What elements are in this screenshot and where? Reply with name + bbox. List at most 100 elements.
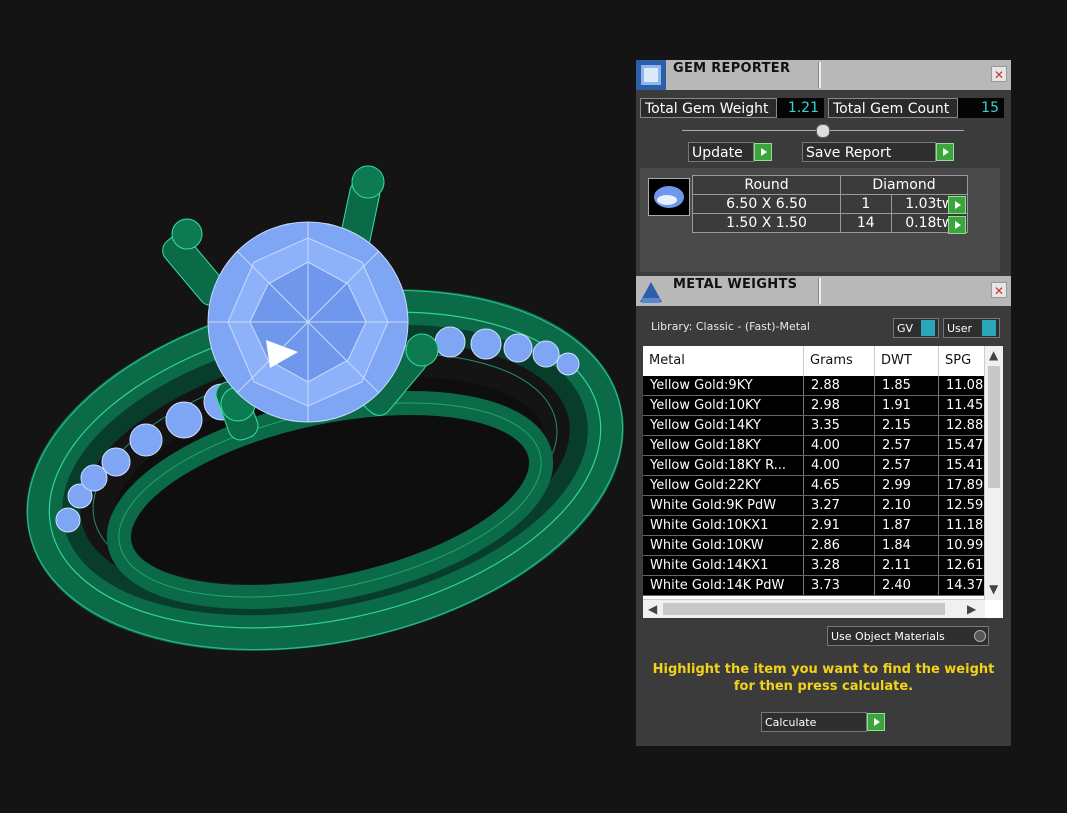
column-header-metal[interactable]: Metal (643, 346, 804, 376)
titlebar-divider (818, 278, 821, 304)
cell-grams: 4.65 (804, 476, 875, 495)
cell-grams: 3.35 (804, 416, 875, 435)
scale-icon (636, 276, 666, 306)
metal-table[interactable]: Metal Grams DWT SPG Yellow Gold:9KY 2.88 1… (643, 346, 1003, 618)
titlebar-divider (818, 62, 821, 88)
gem-table: Round Diamond 6.50 X 6.50 1 1.03tw 1.50 … (692, 175, 969, 233)
3d-viewport[interactable] (0, 0, 630, 809)
cell-metal: Yellow Gold:18KY (643, 436, 804, 455)
cell-dwt: 2.57 (875, 456, 939, 475)
metal-weights-titlebar[interactable]: METAL WEIGHTS ✕ (636, 276, 1011, 306)
metal-weights-panel: METAL WEIGHTS ✕ Library: Classic - (Fast… (636, 276, 1011, 746)
cell-spg: 11.08 (939, 376, 989, 395)
gem-count: 14 (840, 213, 892, 233)
vertical-scrollbar[interactable]: ▲ ▼ (984, 346, 1003, 600)
instruction-line-1: Highlight the item you want to find the … (652, 662, 995, 677)
column-header-spg[interactable]: SPG (939, 346, 989, 376)
round-diamond-thumbnail-icon[interactable] (648, 178, 690, 216)
column-header-grams[interactable]: Grams (804, 346, 875, 376)
cell-dwt: 2.15 (875, 416, 939, 435)
cell-grams: 2.88 (804, 376, 875, 395)
vertical-scroll-thumb[interactable] (988, 366, 1000, 488)
cell-grams: 2.91 (804, 516, 875, 535)
table-row[interactable]: Yellow Gold:14KY 3.35 2.15 12.88 (643, 416, 989, 436)
cell-spg: 11.45 (939, 396, 989, 415)
column-header-dwt[interactable]: DWT (875, 346, 939, 376)
use-object-materials-radio-icon[interactable] (974, 630, 986, 642)
table-row[interactable]: Yellow Gold:22KY 4.65 2.99 17.89 (643, 476, 989, 496)
cell-grams: 2.98 (804, 396, 875, 415)
cell-spg: 14.37 (939, 576, 989, 595)
gem-row-go-icon[interactable] (948, 216, 966, 234)
cell-metal: Yellow Gold:14KY (643, 416, 804, 435)
cell-dwt: 1.87 (875, 516, 939, 535)
scroll-down-icon[interactable]: ▼ (989, 582, 998, 596)
table-row[interactable]: Yellow Gold:18KY 4.00 2.57 15.47 (643, 436, 989, 456)
horizontal-scroll-thumb[interactable] (663, 603, 945, 615)
table-row[interactable]: Yellow Gold:18KY R... 4.00 2.57 15.41 (643, 456, 989, 476)
cell-spg: 10.99 (939, 536, 989, 555)
table-row[interactable]: White Gold:10KW 2.86 1.84 10.99 (643, 536, 989, 556)
cell-grams: 3.28 (804, 556, 875, 575)
ring-model[interactable] (0, 0, 630, 809)
center-stone (207, 221, 409, 423)
gem-reporter-titlebar[interactable]: GEM REPORTER ✕ (636, 60, 1011, 90)
cell-metal: Yellow Gold:10KY (643, 396, 804, 415)
gem-size: 6.50 X 6.50 (692, 194, 841, 214)
cell-metal: Yellow Gold:18KY R... (643, 456, 804, 475)
cell-metal: White Gold:10KX1 (643, 516, 804, 535)
gv-toggle-icon[interactable] (921, 320, 935, 336)
gem-reporter-icon (636, 60, 666, 90)
save-report-go-icon[interactable] (936, 143, 954, 161)
cell-spg: 15.41 (939, 456, 989, 475)
table-row[interactable]: White Gold:9K PdW 3.27 2.10 12.59 (643, 496, 989, 516)
cell-grams: 2.86 (804, 536, 875, 555)
total-gem-weight-label: Total Gem Weight (640, 98, 777, 118)
calculate-button[interactable]: Calculate (761, 712, 867, 732)
total-gem-weight-value: 1.21 (777, 98, 824, 118)
total-gem-count-label: Total Gem Count (828, 98, 958, 118)
shape-header: Round (692, 175, 841, 195)
table-row[interactable]: White Gold:10KX1 2.91 1.87 11.18 (643, 516, 989, 536)
use-object-materials-toggle[interactable]: Use Object Materials (827, 626, 989, 646)
gem-reporter-panel: GEM REPORTER ✕ Total Gem Weight 1.21 Tot… (636, 60, 1011, 276)
table-row[interactable]: White Gold:14K PdW 3.73 2.40 14.37 (643, 576, 989, 596)
scroll-up-icon[interactable]: ▲ (989, 348, 998, 362)
cell-metal: White Gold:9K PdW (643, 496, 804, 515)
cell-grams: 4.00 (804, 456, 875, 475)
table-row[interactable]: Yellow Gold:10KY 2.98 1.91 11.45 (643, 396, 989, 416)
splitter-handle-icon[interactable] (816, 124, 830, 138)
metal-table-body: Yellow Gold:9KY 2.88 1.85 11.08 Yellow Gold:… (643, 376, 989, 596)
scroll-right-icon[interactable]: ▶ (967, 602, 976, 616)
cell-spg: 17.89 (939, 476, 989, 495)
gem-row[interactable]: 1.50 X 1.50 14 0.18tw (692, 213, 969, 233)
gem-row-go-icon[interactable] (948, 196, 966, 214)
update-go-icon[interactable] (754, 143, 772, 161)
scroll-left-icon[interactable]: ◀ (648, 602, 657, 616)
update-button[interactable]: Update (688, 142, 754, 162)
table-row[interactable]: White Gold:14KX1 3.28 2.11 12.61 (643, 556, 989, 576)
cell-grams: 3.73 (804, 576, 875, 595)
metal-table-header: Metal Grams DWT SPG (643, 346, 985, 376)
cell-dwt: 2.99 (875, 476, 939, 495)
gem-size: 1.50 X 1.50 (692, 213, 841, 233)
instruction-line-2: for then press calculate. (733, 679, 914, 694)
table-row[interactable]: Yellow Gold:9KY 2.88 1.85 11.08 (643, 376, 989, 396)
cell-dwt: 1.84 (875, 536, 939, 555)
metal-weights-title: METAL WEIGHTS (673, 277, 798, 292)
cell-spg: 12.88 (939, 416, 989, 435)
cell-metal: White Gold:14KX1 (643, 556, 804, 575)
gem-row[interactable]: 6.50 X 6.50 1 1.03tw (692, 194, 969, 214)
save-report-button[interactable]: Save Report (802, 142, 936, 162)
cell-metal: Yellow Gold:9KY (643, 376, 804, 395)
gem-reporter-close-icon[interactable]: ✕ (991, 66, 1007, 82)
type-header: Diamond (840, 175, 968, 195)
calculate-go-icon[interactable] (867, 713, 885, 731)
horizontal-scrollbar[interactable]: ◀ ▶ (643, 599, 985, 618)
cell-metal: White Gold:10KW (643, 536, 804, 555)
cell-dwt: 2.11 (875, 556, 939, 575)
metal-weights-close-icon[interactable]: ✕ (991, 282, 1007, 298)
cell-dwt: 2.10 (875, 496, 939, 515)
user-toggle-icon[interactable] (982, 320, 996, 336)
cell-dwt: 2.40 (875, 576, 939, 595)
